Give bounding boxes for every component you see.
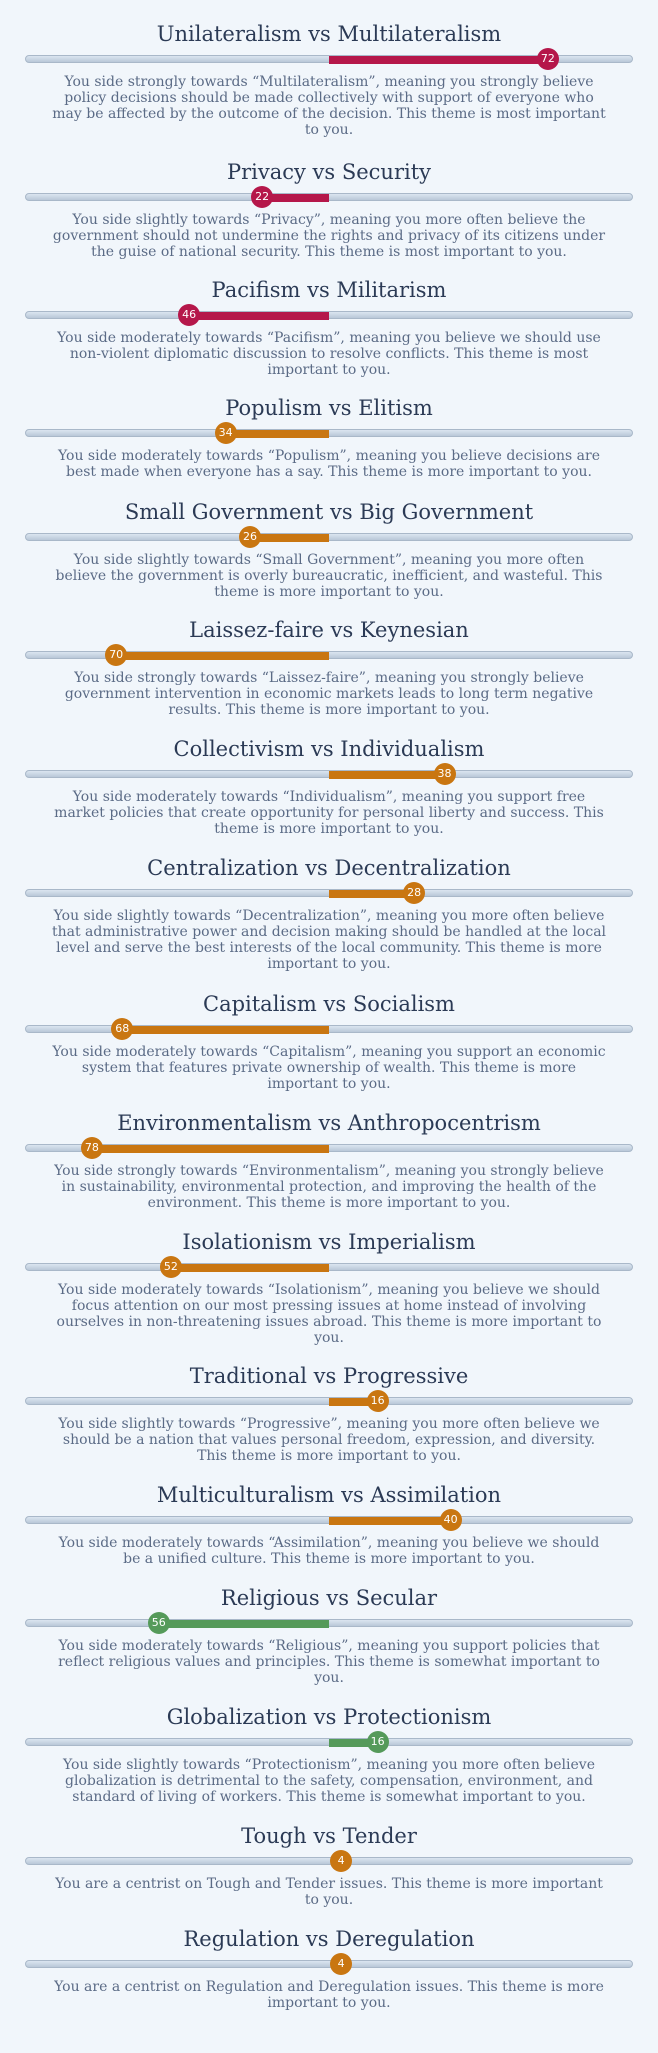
- theme-description: You side moderately towards “Pacifism”, …: [57, 330, 601, 378]
- theme-slider-track: [25, 533, 633, 542]
- theme-slider-fill: [91, 1145, 329, 1153]
- theme-religious-vs-secular: Religious vs Secular 56 You side moderatel…: [0, 1584, 658, 1686]
- theme-slider-track: [25, 889, 633, 898]
- theme-description: You side slightly towards “Privacy”, mea…: [52, 212, 606, 260]
- theme-score-knob: 40: [439, 1509, 462, 1531]
- theme-description: You side moderately towards “Assimilatio…: [58, 1535, 600, 1567]
- theme-title: Privacy vs Security: [226, 160, 432, 184]
- theme-score-knob: 56: [147, 1612, 170, 1634]
- theme-score-knob: 72: [536, 48, 559, 70]
- theme-slider-track: [25, 1960, 633, 1968]
- theme-slider-fill: [225, 430, 329, 438]
- theme-title: Unilateralism vs Multilateralism: [156, 22, 502, 46]
- theme-score-knob: 28: [403, 882, 426, 904]
- theme-score-knob: 68: [111, 1018, 134, 1040]
- theme-title: Centralization vs Decentralization: [147, 856, 511, 880]
- theme-description: You side slightly towards “Small Governm…: [55, 552, 603, 600]
- theme-description: You side slightly towards “Protectionism…: [63, 1757, 595, 1805]
- theme-title: Capitalism vs Socialism: [203, 992, 455, 1016]
- theme-score-knob: 16: [366, 1731, 389, 1753]
- theme-title: Collectivism vs Individualism: [173, 737, 485, 761]
- theme-description: You side moderately towards “Populism”, …: [58, 448, 600, 480]
- theme-score-knob: 38: [433, 763, 456, 785]
- theme-title: Multiculturalism vs Assimilation: [156, 1483, 502, 1507]
- theme-tough-vs-tender: Tough vs Tender 4 You are a centrist on To…: [0, 1822, 658, 1908]
- theme-slider-fill: [170, 1264, 329, 1272]
- theme-description: You side moderately towards “Religious”,…: [58, 1638, 600, 1686]
- theme-description: You side moderately towards “Individuali…: [54, 789, 604, 837]
- theme-score-knob: 46: [178, 304, 201, 326]
- theme-score-knob: 78: [80, 1137, 103, 1159]
- theme-title: Regulation vs Deregulation: [183, 1927, 475, 1951]
- theme-slider-track: [25, 1144, 633, 1153]
- theme-slider-track: [25, 1397, 633, 1406]
- theme-title: Globalization vs Protectionism: [166, 1705, 492, 1729]
- theme-slider-fill: [329, 1517, 451, 1525]
- theme-collectivism-vs-individualism: Collectivism vs Individualism 38 You side …: [0, 735, 658, 837]
- theme-score-knob: 16: [366, 1390, 389, 1412]
- theme-populism-vs-elitism: Populism vs Elitism 34 You side moderately…: [0, 394, 658, 480]
- theme-slider-track: [25, 311, 633, 320]
- theme-score-knob: 52: [159, 1256, 182, 1278]
- theme-score-knob: 34: [214, 422, 237, 444]
- theme-score-knob: 22: [251, 186, 274, 208]
- theme-slider-track: [25, 1263, 633, 1272]
- theme-slider-fill: [329, 771, 445, 779]
- theme-title: Tough vs Tender: [241, 1824, 417, 1848]
- theme-environmentalism-vs-anthropocentrism: Environmentalism vs Anthropocentrism 78 Yo…: [0, 1109, 658, 1211]
- theme-description: You side slightly towards “Decentralizat…: [51, 908, 607, 972]
- theme-small-government-vs-big-government: Small Government vs Big Government 26 You …: [0, 498, 658, 600]
- theme-multiculturalism-vs-assimilation: Multiculturalism vs Assimilation 40 You si…: [0, 1481, 658, 1567]
- theme-laissez-faire-vs-keynesian: Laissez-faire vs Keynesian 70 You side str…: [0, 616, 658, 718]
- theme-slider-fill: [116, 652, 329, 660]
- theme-slider-track: [25, 770, 633, 779]
- theme-score-knob: 26: [238, 526, 261, 548]
- theme-description: You side strongly towards “Environmental…: [54, 1163, 604, 1211]
- theme-slider-fill: [122, 1026, 329, 1034]
- theme-slider-fill: [329, 56, 548, 64]
- theme-description: You are a centrist on Tough and Tender i…: [55, 1876, 603, 1908]
- theme-unilateralism-vs-multilateralism: Unilateralism vs Multilateralism 72 You si…: [0, 20, 658, 138]
- theme-score-knob: 4: [330, 1850, 353, 1872]
- theme-description: You side slightly towards “Progressive”,…: [58, 1416, 600, 1464]
- theme-title: Laissez-faire vs Keynesian: [189, 618, 469, 642]
- theme-slider-fill: [189, 312, 329, 320]
- theme-description: You are a centrist on Regulation and Der…: [54, 1979, 604, 2011]
- theme-description: You side strongly towards “Multilaterali…: [52, 74, 606, 138]
- theme-title: Populism vs Elitism: [225, 396, 433, 420]
- theme-title: Traditional vs Progressive: [189, 1364, 469, 1388]
- theme-slider-track: [25, 1516, 633, 1525]
- theme-traditional-vs-progressive: Traditional vs Progressive 16 You side sli…: [0, 1362, 658, 1464]
- theme-title: Pacifism vs Militarism: [211, 278, 447, 302]
- theme-title: Environmentalism vs Anthropocentrism: [117, 1111, 541, 1135]
- theme-score-knob: 4: [330, 1953, 353, 1975]
- theme-slider-fill: [158, 1620, 329, 1628]
- theme-isolationism-vs-imperialism: Isolationism vs Imperialism 52 You side mo…: [0, 1228, 658, 1346]
- theme-slider-track: [25, 1738, 633, 1747]
- theme-slider-track: [25, 429, 633, 438]
- theme-description: You side moderately towards “Isolationis…: [56, 1282, 602, 1346]
- theme-slider-fill: [249, 534, 329, 542]
- theme-description: You side strongly towards “Laissez-faire…: [64, 670, 594, 718]
- theme-slider-track: [25, 1857, 633, 1865]
- theme-slider-track: [25, 193, 633, 202]
- theme-slider-fill: [329, 890, 415, 898]
- theme-description: You side moderately towards “Capitalism”…: [52, 1044, 606, 1092]
- theme-pacifism-vs-militarism: Pacifism vs Militarism 46 You side moderat…: [0, 276, 658, 378]
- theme-privacy-vs-security: Privacy vs Security 22 You side slightly t…: [0, 158, 658, 260]
- theme-slider-track: [25, 1619, 633, 1628]
- theme-regulation-vs-deregulation: Regulation vs Deregulation 4 You are a cen…: [0, 1925, 658, 2011]
- theme-centralization-vs-decentralization: Centralization vs Decentralization 28 You …: [0, 854, 658, 972]
- theme-capitalism-vs-socialism: Capitalism vs Socialism 68 You side modera…: [0, 990, 658, 1092]
- theme-globalization-vs-protectionism: Globalization vs Protectionism 16 You side…: [0, 1703, 658, 1805]
- theme-title: Religious vs Secular: [220, 1586, 438, 1610]
- theme-score-knob: 70: [105, 644, 128, 666]
- theme-title: Isolationism vs Imperialism: [182, 1230, 476, 1254]
- theme-title: Small Government vs Big Government: [124, 500, 534, 524]
